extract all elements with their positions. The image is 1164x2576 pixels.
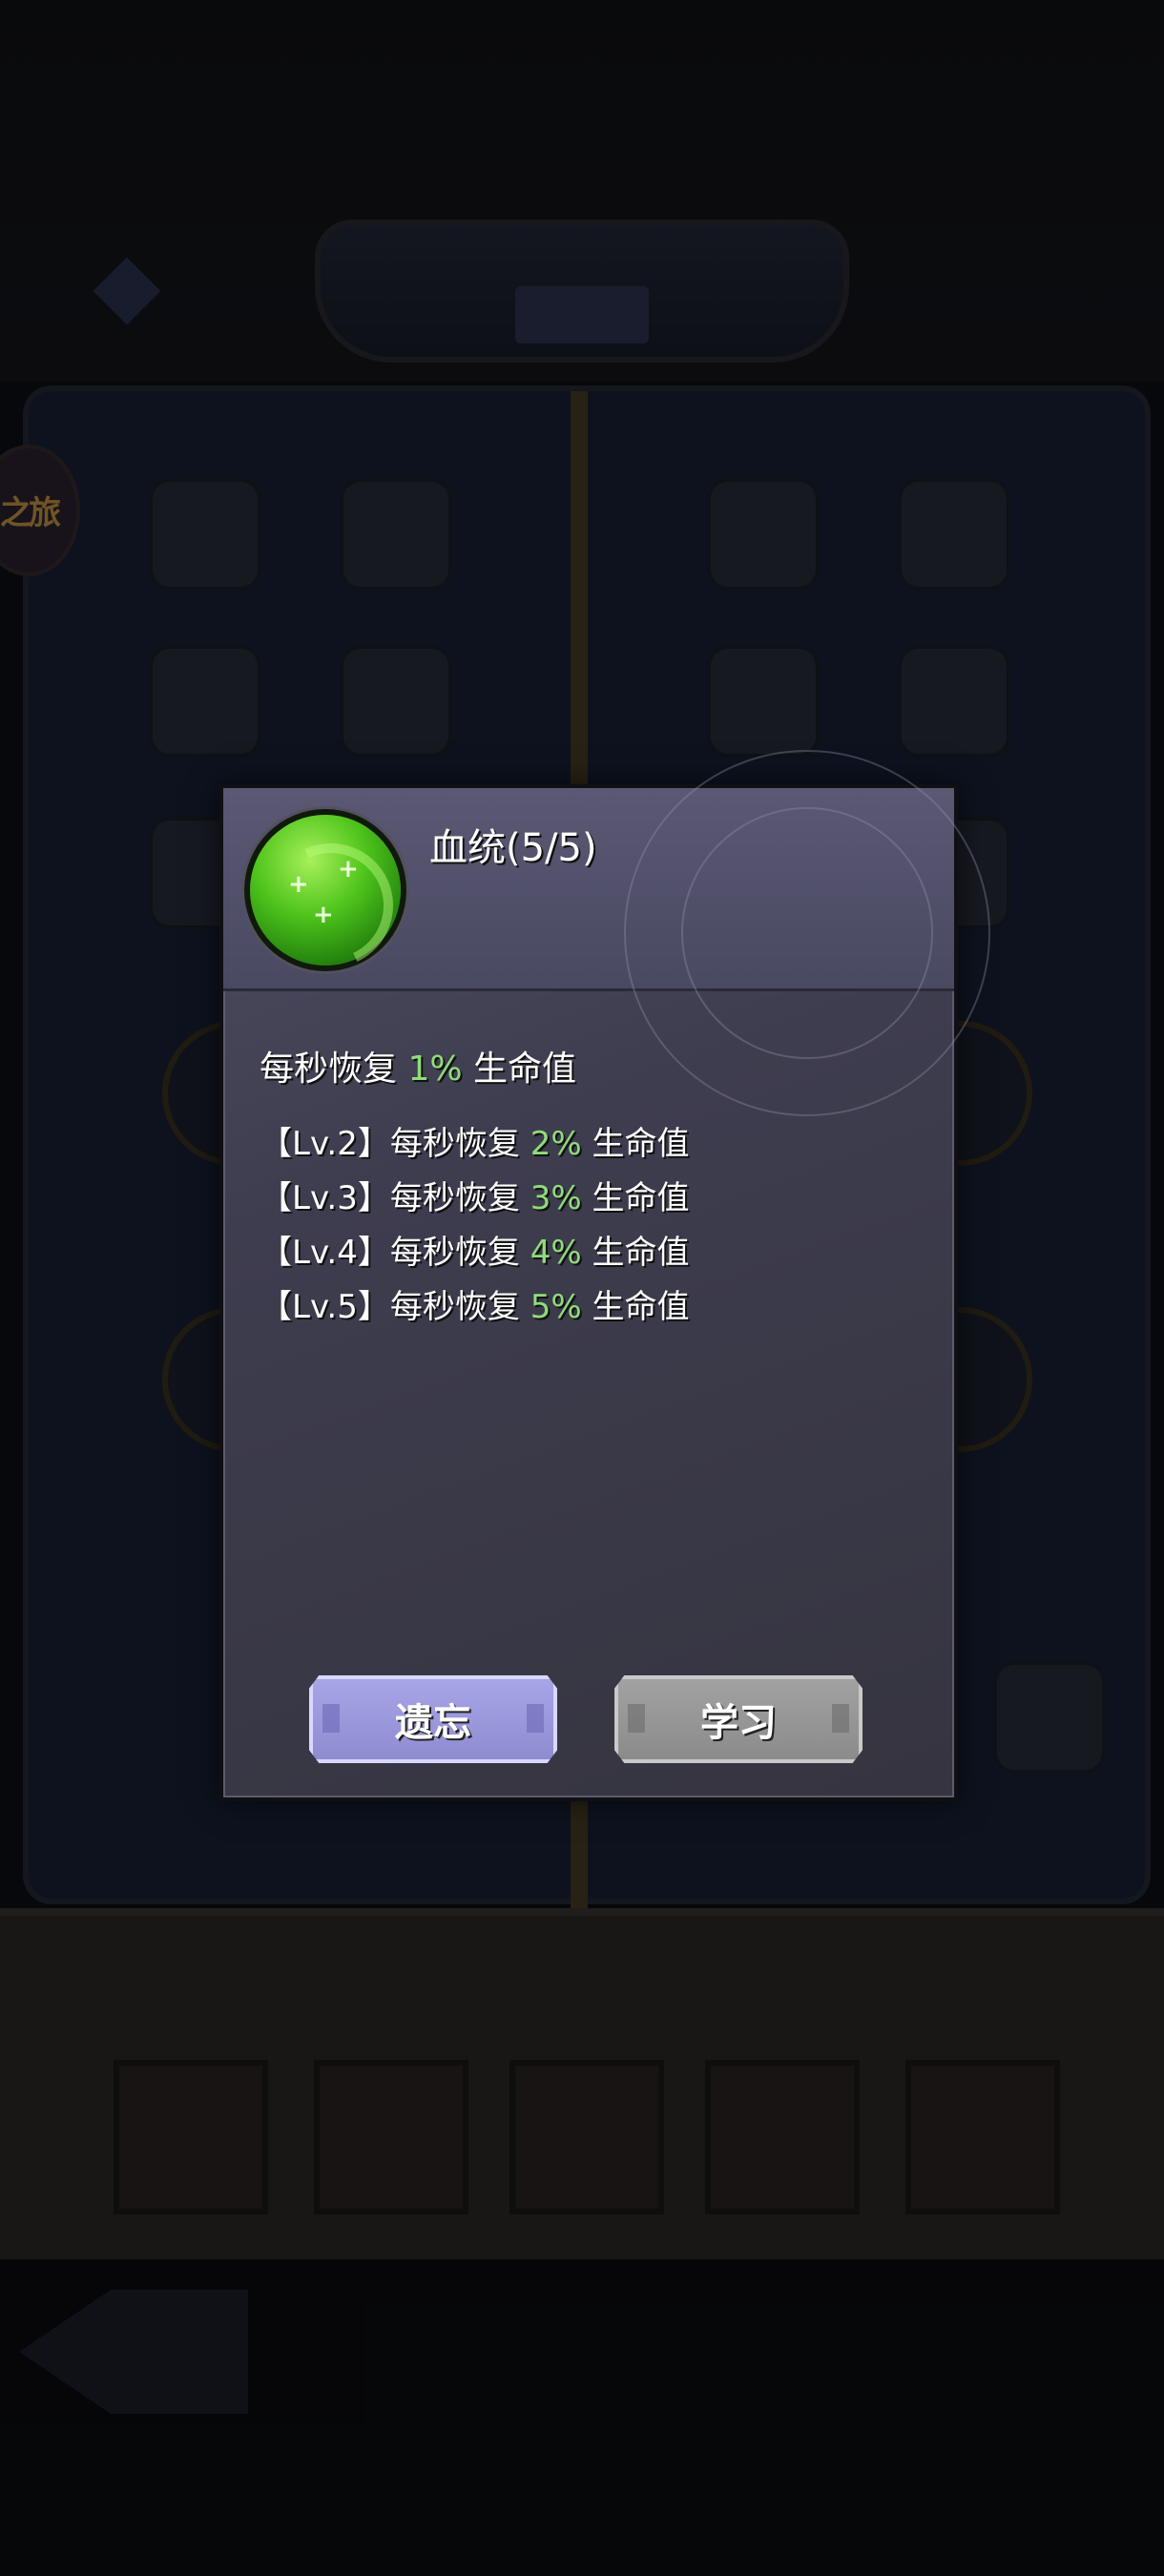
skill-description: 每秒恢复 1% 生命值 [260, 1041, 576, 1091]
level-item: 【Lv.2】每秒恢复 2% 生命值 [260, 1117, 689, 1172]
level-tag: 【Lv.3】 [260, 1179, 390, 1217]
level-value: 3% [530, 1179, 582, 1217]
level-suffix: 生命值 [581, 1234, 690, 1272]
level-item: 【Lv.4】每秒恢复 4% 生命值 [260, 1226, 689, 1280]
forget-button-label: 遗忘 [395, 1701, 471, 1745]
skill-title: 血统(5/5) [429, 826, 597, 870]
dialog-header: + + + 血统(5/5) [223, 750, 990, 1116]
level-tag: 【Lv.5】 [260, 1288, 390, 1326]
green-regeneration-orb-icon: + + + [250, 815, 411, 986]
level-prefix: 每秒恢复 [389, 1288, 530, 1326]
sparkle-icon: + [288, 870, 309, 899]
level-suffix: 生命值 [581, 1179, 690, 1217]
level-prefix: 每秒恢复 [389, 1234, 530, 1272]
skill-detail-dialog: + + + 血统(5/5) 每秒恢复 1% 生命值 【Lv.2】每秒恢复 2% … [219, 750, 990, 1801]
description-value: 1% [407, 1049, 463, 1089]
learn-button-label: 学习 [700, 1701, 777, 1745]
button-ornament [527, 1704, 544, 1733]
button-ornament [832, 1704, 849, 1733]
level-item: 【Lv.5】每秒恢复 5% 生命值 [260, 1280, 689, 1335]
level-suffix: 生命值 [581, 1125, 690, 1163]
sparkle-icon: + [313, 901, 334, 929]
button-ornament [322, 1704, 340, 1733]
description-suffix: 生命值 [462, 1049, 577, 1089]
level-list: 【Lv.2】每秒恢复 2% 生命值 【Lv.3】每秒恢复 3% 生命值 【Lv.… [260, 1117, 689, 1335]
button-ornament [628, 1704, 645, 1733]
sparkle-icon: + [338, 855, 359, 883]
level-tag: 【Lv.4】 [260, 1234, 390, 1272]
forget-button[interactable]: 遗忘 [309, 1675, 557, 1763]
magic-circle-decoration [681, 807, 933, 1059]
level-tag: 【Lv.2】 [260, 1125, 390, 1163]
level-value: 2% [530, 1125, 582, 1163]
level-prefix: 每秒恢复 [389, 1125, 530, 1163]
level-suffix: 生命值 [581, 1288, 690, 1326]
description-prefix: 每秒恢复 [260, 1049, 408, 1089]
level-value: 4% [530, 1234, 582, 1272]
learn-button[interactable]: 学习 [614, 1675, 863, 1763]
level-prefix: 每秒恢复 [389, 1179, 530, 1217]
level-value: 5% [530, 1288, 582, 1326]
level-item: 【Lv.3】每秒恢复 3% 生命值 [260, 1172, 689, 1226]
